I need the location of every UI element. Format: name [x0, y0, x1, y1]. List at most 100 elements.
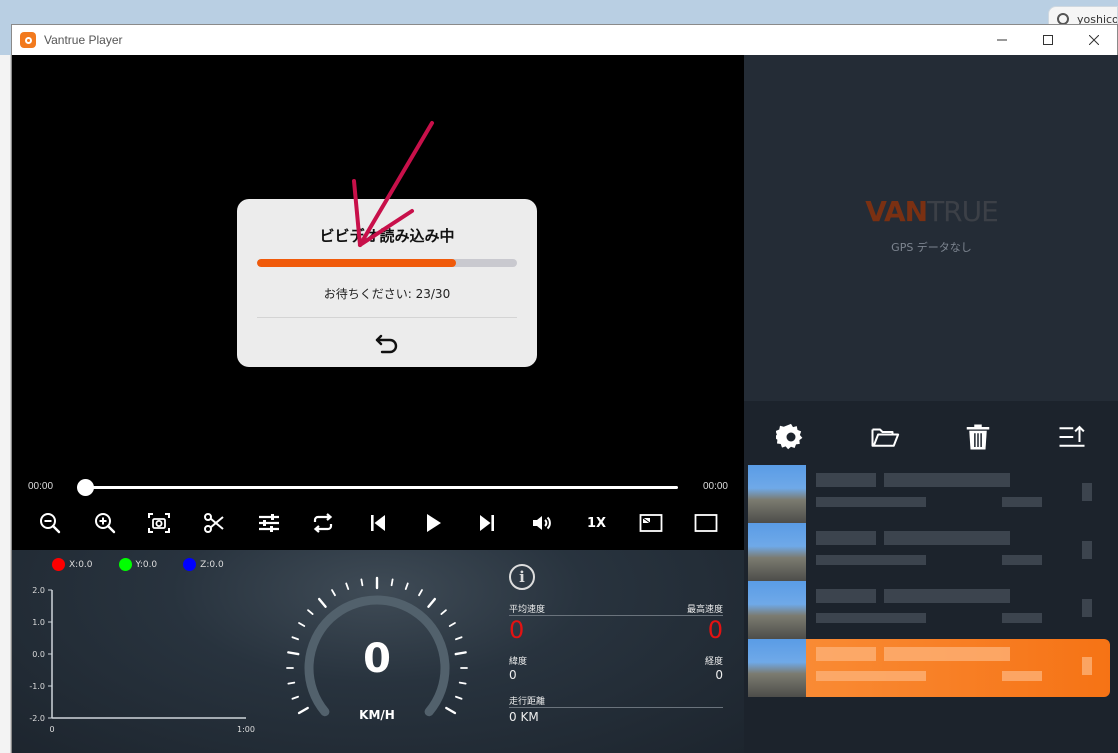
- redacted-file-text: [1082, 657, 1092, 675]
- picture-in-picture-icon: [639, 514, 663, 532]
- back-arrow-icon: [375, 334, 398, 354]
- distance-label: 走行距離: [509, 697, 546, 707]
- redacted-file-text: [1002, 671, 1042, 681]
- no-gps-message: GPS データなし: [891, 241, 972, 254]
- redacted-file-text: [884, 589, 1010, 603]
- dialog-status: お待ちください: 23/30: [323, 287, 451, 301]
- picture-in-picture-button[interactable]: [637, 509, 665, 537]
- file-list-item[interactable]: [748, 523, 1110, 581]
- close-button[interactable]: [1071, 25, 1117, 55]
- minimize-button[interactable]: [979, 25, 1025, 55]
- app-icon: [20, 32, 36, 48]
- speed-labels-row: 平均速度 最高速度: [509, 602, 723, 615]
- minimize-icon: [997, 39, 1007, 41]
- legend-y: Y:0.0: [118, 558, 157, 571]
- seek-bar[interactable]: [77, 479, 678, 496]
- skip-previous-icon: [370, 515, 385, 531]
- file-list-item[interactable]: [748, 581, 1110, 639]
- latitude-value: 0: [509, 668, 517, 682]
- vantrue-logo: VANTRUE: [865, 195, 999, 228]
- side-panel: VANTRUE GPS データなし: [744, 55, 1118, 753]
- camera-icon: [148, 513, 171, 533]
- gauge-tick: [360, 578, 364, 587]
- max-speed-value: 0: [707, 616, 723, 644]
- loop-button[interactable]: [309, 509, 337, 537]
- close-icon: [1089, 35, 1099, 45]
- sliders-icon: [258, 514, 279, 532]
- redacted-file-text: [816, 473, 876, 487]
- scissors-icon: [203, 513, 224, 533]
- snapshot-button[interactable]: [145, 509, 173, 537]
- maximize-button[interactable]: [1025, 25, 1071, 55]
- legend-z: Z:0.0: [183, 558, 224, 571]
- speed-label: 1X: [587, 515, 607, 531]
- redacted-file-text: [816, 589, 876, 603]
- dashboard-panel: X:0.0 Y:0.0 Z:0.0 2.0 1.0 0.0 -1.0 -2.0 0 1:00…: [12, 550, 744, 753]
- gauge-tick: [291, 695, 299, 700]
- play-icon: [426, 514, 441, 532]
- gsensor-legend: X:0.0 Y:0.0 Z:0.0: [52, 558, 224, 571]
- gauge-tick: [298, 622, 306, 627]
- zoom-in-icon: [94, 513, 115, 534]
- video-canvas[interactable]: ビビデオ読み込み中 お待ちください: 23/30: [12, 55, 744, 475]
- avg-speed-value: 0: [509, 616, 525, 644]
- redacted-file-text: [1002, 613, 1042, 623]
- gauge-tick: [448, 622, 456, 627]
- trim-button[interactable]: [200, 509, 228, 537]
- redacted-file-text: [816, 613, 926, 623]
- speed-unit: KM/H: [359, 708, 395, 722]
- background-window-edge: [0, 55, 11, 753]
- x-axis-dot-icon: [52, 558, 65, 571]
- chart-y-tick-label: 2.0: [32, 586, 45, 595]
- chart-y-tick-label: -2.0: [29, 714, 45, 723]
- redacted-file-text: [816, 497, 926, 507]
- longitude-value: 0: [715, 668, 723, 682]
- playback-controls: 1X: [12, 501, 744, 545]
- gauge-tick: [458, 681, 467, 685]
- repeat-icon: [314, 513, 333, 533]
- file-list-item[interactable]: [748, 639, 1110, 697]
- avg-speed-label: 平均速度: [509, 605, 546, 615]
- info-icon[interactable]: i: [509, 564, 535, 590]
- zoom-out-button[interactable]: [36, 509, 64, 537]
- redacted-file-text: [884, 647, 1010, 661]
- back-button[interactable]: [371, 327, 403, 359]
- play-button[interactable]: [419, 509, 447, 537]
- trash-icon: [967, 424, 990, 450]
- adjust-button[interactable]: [255, 509, 283, 537]
- longitude-label: 経度: [704, 657, 723, 667]
- gauge-tick: [345, 582, 350, 590]
- player-area: ビビデオ読み込み中 お待ちください: 23/30 00:00 00:00 1X …: [12, 55, 744, 753]
- settings-button[interactable]: [774, 420, 808, 454]
- gauge-tick: [390, 578, 394, 587]
- seek-handle[interactable]: [77, 479, 94, 496]
- video-thumbnail: [748, 639, 806, 697]
- chart-y-tick-label: -1.0: [29, 682, 45, 691]
- chart-x-tick-label: 1:00: [237, 725, 255, 734]
- file-toolbar: [744, 415, 1118, 459]
- redacted-file-text: [816, 555, 926, 565]
- volume-button[interactable]: [528, 509, 556, 537]
- next-button[interactable]: [473, 509, 501, 537]
- video-thumbnail: [748, 465, 806, 523]
- redacted-file-text: [816, 647, 876, 661]
- fullscreen-button[interactable]: [692, 509, 720, 537]
- gauge-tick: [287, 681, 296, 685]
- legend-x: X:0.0: [52, 558, 93, 571]
- maximize-icon: [1043, 35, 1053, 45]
- speed-button[interactable]: 1X: [583, 509, 611, 537]
- timeline: 00:00 00:00: [12, 475, 744, 499]
- max-speed-label: 最高速度: [686, 605, 723, 615]
- file-list-item[interactable]: [748, 465, 1110, 523]
- latitude-label: 緯度: [509, 657, 528, 667]
- delete-button[interactable]: [961, 420, 995, 454]
- sort-button[interactable]: [1055, 420, 1089, 454]
- annotation-arrow-icon: [352, 121, 434, 247]
- zoom-in-button[interactable]: [91, 509, 119, 537]
- previous-button[interactable]: [364, 509, 392, 537]
- fullscreen-icon: [694, 514, 718, 532]
- redacted-file-text: [1082, 599, 1092, 617]
- redacted-file-text: [884, 531, 1010, 545]
- chart-y-tick-label: 0.0: [32, 650, 45, 659]
- open-folder-button[interactable]: [868, 420, 902, 454]
